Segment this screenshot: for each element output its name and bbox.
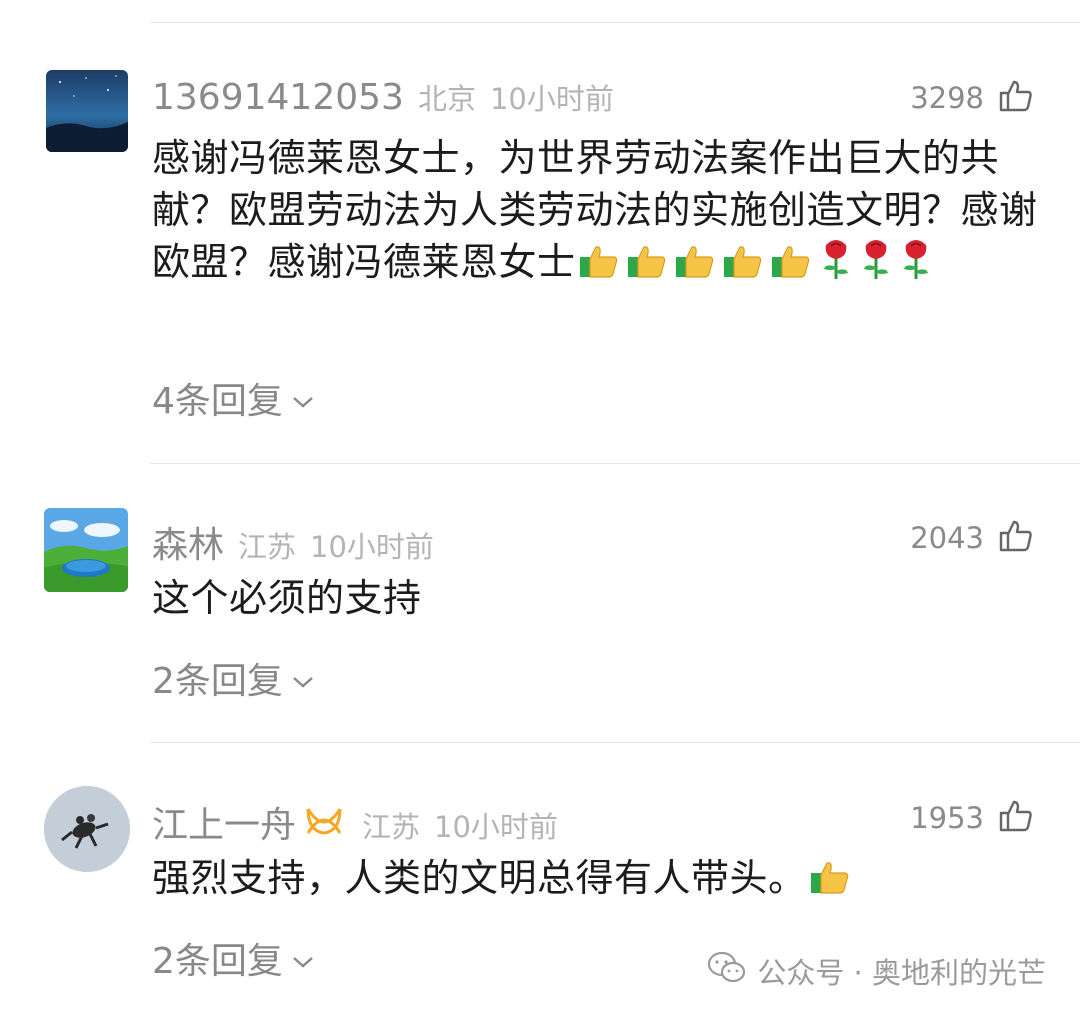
thumbs-up-icon bbox=[674, 241, 718, 294]
replies-count: 2条回复 bbox=[152, 941, 283, 982]
chevron-down-icon bbox=[291, 938, 315, 979]
comment-list: 13691412053 北京 10小时前 3298 感谢冯德莱恩女士，为世界劳动… bbox=[0, 0, 1080, 1017]
replies-toggle[interactable]: 2条回复 bbox=[152, 652, 315, 704]
comment-text: 这个必须的支持 bbox=[152, 576, 422, 620]
location: 江苏 bbox=[362, 810, 421, 844]
thumbs-up-icon bbox=[722, 241, 766, 294]
divider bbox=[150, 463, 1080, 464]
like-count: 1953 bbox=[910, 801, 984, 835]
like-button[interactable]: 3298 bbox=[910, 78, 1034, 118]
rose-icon bbox=[858, 237, 894, 294]
thumbs-up-outline-icon bbox=[998, 798, 1034, 838]
comment-meta: 江上一舟 江苏 10小时前 bbox=[152, 796, 558, 848]
watermark-text: 公众号 · 奥地利的光芒 bbox=[757, 956, 1046, 990]
avatar[interactable] bbox=[44, 508, 128, 592]
comment-meta: 13691412053 北京 10小时前 bbox=[152, 76, 614, 118]
thumbs-up-icon bbox=[578, 241, 622, 294]
thumbs-up-icon bbox=[809, 857, 853, 910]
chevron-down-icon bbox=[291, 378, 315, 419]
vip-badge-icon bbox=[304, 805, 344, 841]
like-button[interactable]: 1953 bbox=[910, 798, 1034, 838]
comment-text: 强烈支持，人类的文明总得有人带头。 bbox=[152, 852, 1040, 910]
thumbs-up-icon bbox=[770, 241, 814, 294]
replies-count: 4条回复 bbox=[152, 381, 283, 422]
location: 北京 bbox=[417, 82, 476, 116]
replies-toggle[interactable]: 4条回复 bbox=[152, 372, 315, 424]
username[interactable]: 森林 bbox=[152, 516, 224, 568]
like-count: 3298 bbox=[910, 81, 984, 115]
like-button[interactable]: 2043 bbox=[910, 518, 1034, 558]
thumbs-up-outline-icon bbox=[998, 78, 1034, 118]
watermark: 公众号 · 奥地利的光芒 bbox=[707, 950, 1046, 992]
timestamp: 10小时前 bbox=[434, 810, 558, 844]
chevron-down-icon bbox=[291, 658, 315, 699]
rose-icon bbox=[898, 237, 934, 294]
wechat-icon bbox=[707, 951, 747, 992]
replies-toggle[interactable]: 2条回复 bbox=[152, 932, 315, 984]
divider bbox=[150, 22, 1080, 23]
divider bbox=[150, 742, 1080, 743]
rose-icon bbox=[818, 237, 854, 294]
username[interactable]: 13691412053 bbox=[152, 77, 404, 118]
comment-body: 强烈支持，人类的文明总得有人带头。 bbox=[152, 856, 807, 900]
username[interactable]: 江上一舟 bbox=[152, 796, 296, 848]
timestamp: 10小时前 bbox=[489, 82, 614, 116]
timestamp: 10小时前 bbox=[310, 530, 434, 564]
thumbs-up-outline-icon bbox=[998, 518, 1034, 558]
replies-count: 2条回复 bbox=[152, 661, 283, 702]
location: 江苏 bbox=[238, 530, 297, 564]
avatar[interactable] bbox=[46, 70, 128, 152]
comment-meta: 森林 江苏 10小时前 bbox=[152, 516, 434, 568]
thumbs-up-icon bbox=[626, 241, 670, 294]
comment-text: 感谢冯德莱恩女士，为世界劳动法案作出巨大的共献？欧盟劳动法为人类劳动法的实施创造… bbox=[152, 132, 1040, 294]
avatar[interactable] bbox=[44, 786, 130, 872]
like-count: 2043 bbox=[910, 521, 984, 555]
